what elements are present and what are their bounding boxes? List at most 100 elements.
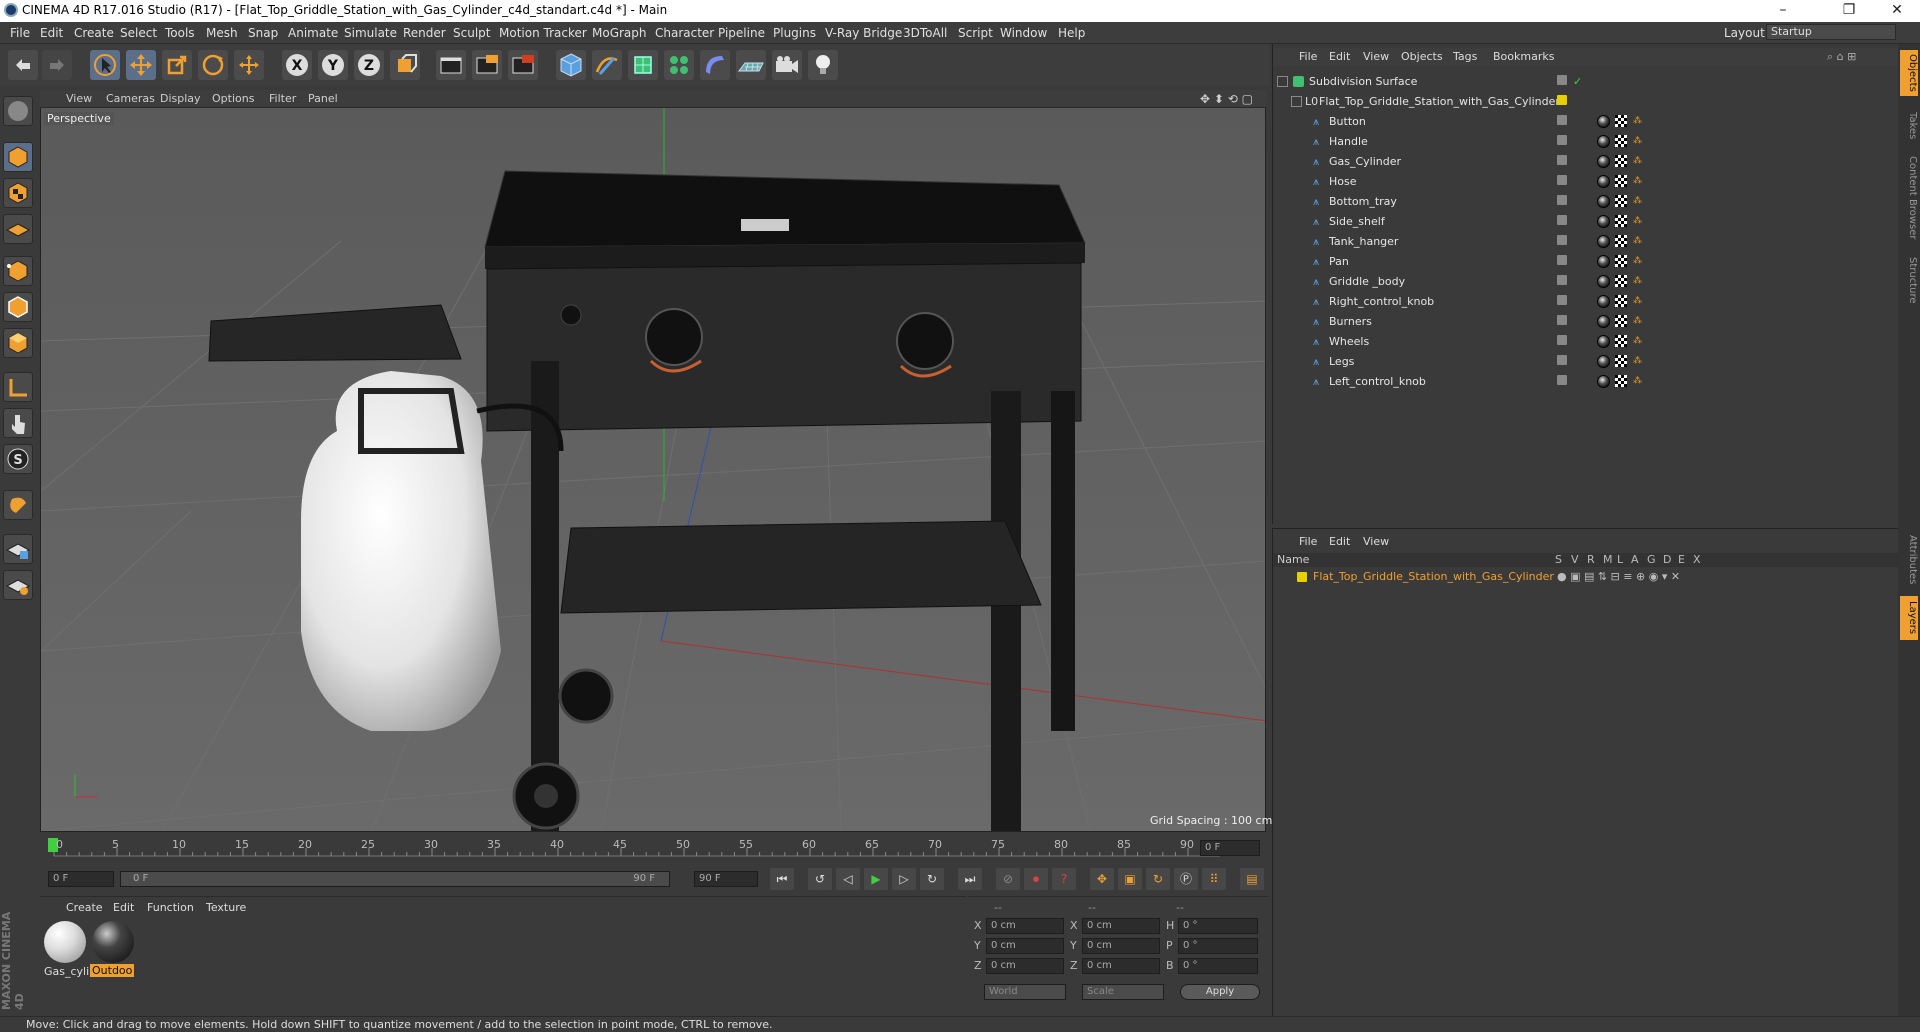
menu-sculpt[interactable]: Sculpt [453,26,490,40]
key-scale-icon[interactable]: ▣ [1118,868,1142,890]
tab-takes[interactable]: Takes [1900,108,1918,144]
phong-tag-icon[interactable]: ⁂ [1633,236,1642,246]
magnet-snap-icon[interactable] [3,490,33,520]
om-menu-bookmarks[interactable]: Bookmarks [1493,50,1554,63]
menu-window[interactable]: Window [1000,26,1047,40]
layout-select[interactable]: Startup [1766,24,1896,40]
redo-icon[interactable] [42,50,72,80]
viewport-menu-cameras[interactable]: Cameras [106,92,155,105]
material-tag-icon[interactable] [1597,155,1610,168]
coordinate-system-icon[interactable] [390,50,420,80]
collapse-icon[interactable] [1277,76,1288,87]
texture-tag-icon[interactable] [1615,295,1627,307]
object-row[interactable]: ⩚ Handle ⁂ [1273,132,1899,152]
render-to-picture-viewer-icon[interactable] [508,50,538,80]
object-row-group[interactable]: L0 Flat_Top_Griddle_Station_with_Gas_Cyl… [1273,92,1899,112]
material-tag-icon[interactable] [1597,255,1610,268]
om-menu-view[interactable]: View [1363,50,1389,63]
object-row[interactable]: ⩚ Wheels ⁂ [1273,332,1899,352]
next-key-icon[interactable]: ↻ [920,868,944,890]
material-tag-icon[interactable] [1597,315,1610,328]
keyframe-selection-icon[interactable]: ? [1052,868,1076,890]
material-tag-icon[interactable] [1597,175,1610,188]
texture-mode-icon[interactable] [3,178,33,208]
tweak-mode-icon[interactable] [3,408,33,438]
position-z-field[interactable]: 0 cm [986,958,1064,974]
layer-swatch[interactable] [1557,135,1567,145]
y-axis-lock-icon[interactable]: Y [318,50,348,80]
menu-animate[interactable]: Animate [288,26,338,40]
rotate-tool-icon[interactable] [198,50,228,80]
texture-tag-icon[interactable] [1615,235,1627,247]
material-swatch-outdoor[interactable] [92,921,134,963]
size-x-field[interactable]: 0 cm [1082,918,1160,934]
tab-structure[interactable]: Structure [1900,252,1918,308]
material-tag-icon[interactable] [1597,215,1610,228]
render-view-icon[interactable] [436,50,466,80]
menu-render[interactable]: Render [403,26,446,40]
record-keys-icon[interactable]: ⊘ [996,868,1020,890]
layer-swatch[interactable] [1557,195,1567,205]
previous-key-icon[interactable]: ↺ [808,868,832,890]
viewport-menu-view[interactable]: View [66,92,92,105]
viewport-menu-panel[interactable]: Panel [308,92,338,105]
layer-swatch[interactable] [1557,115,1567,125]
tab-attributes[interactable]: Attributes [1900,530,1918,590]
timeline-window-icon[interactable]: ▤ [1240,868,1264,890]
layer-swatch[interactable] [1557,375,1567,385]
viewport-menu-display[interactable]: Display [160,92,201,105]
subdivision-surface-icon[interactable] [628,50,658,80]
menu-plugins[interactable]: Plugins [773,26,816,40]
layer-swatch-yellow[interactable] [1557,95,1567,105]
timeline-ruler[interactable]: 0 5 10 15 20 25 30 35 40 45 50 55 60 65 … [40,834,1266,864]
preview-range-slider[interactable]: 0 F 90 F [120,871,670,887]
enabled-check-icon[interactable]: ✓ [1573,75,1582,88]
object-row[interactable]: ⩚ Side_shelf ⁂ [1273,212,1899,232]
live-selection-icon[interactable] [90,50,120,80]
lm-menu-file[interactable]: File [1299,535,1317,548]
tab-objects[interactable]: Objects [1900,50,1918,96]
layer-flag-icons[interactable]: ● ▣ ▤ ⇅ ⊟ ≡ ⊕ ◉ ▾ ✕ [1557,570,1680,583]
collapse-icon[interactable] [1291,96,1302,107]
material-swatch-gas-cylinder[interactable] [44,921,86,963]
menu-mograph[interactable]: MoGraph [592,26,647,40]
layer-swatch[interactable] [1557,75,1567,85]
layer-swatch[interactable] [1557,235,1567,245]
layer-swatch[interactable] [1557,315,1567,325]
planar-workplane-icon[interactable] [3,570,33,600]
size-z-field[interactable]: 0 cm [1082,958,1160,974]
scale-mode-select[interactable]: Scale [1082,984,1164,1000]
render-region-icon[interactable] [472,50,502,80]
position-y-field[interactable]: 0 cm [986,938,1064,954]
deformer-icon[interactable] [700,50,730,80]
tab-content-browser[interactable]: Content Browser [1900,150,1918,246]
phong-tag-icon[interactable]: ⁂ [1633,316,1642,326]
object-row[interactable]: ⩚ Gas_Cylinder ⁂ [1273,152,1899,172]
next-frame-icon[interactable]: ▷ [892,868,916,890]
texture-tag-icon[interactable] [1615,315,1627,327]
texture-tag-icon[interactable] [1615,195,1627,207]
object-row[interactable]: ⩚ Right_control_knob ⁂ [1273,292,1899,312]
lm-menu-view[interactable]: View [1363,535,1389,548]
material-menu-function[interactable]: Function [147,901,194,914]
material-tag-icon[interactable] [1597,355,1610,368]
om-menu-file[interactable]: File [1299,50,1317,63]
material-tag-icon[interactable] [1597,135,1610,148]
material-menu-texture[interactable]: Texture [206,901,246,914]
position-x-field[interactable]: 0 cm [986,918,1064,934]
texture-tag-icon[interactable] [1615,175,1627,187]
menu-character[interactable]: Character [655,26,714,40]
start-frame-field[interactable]: 0 F [48,871,114,887]
model-mode-icon[interactable] [3,142,33,172]
menu-file[interactable]: File [10,26,30,40]
light-icon[interactable] [808,50,838,80]
layer-swatch[interactable] [1557,275,1567,285]
layer-color-swatch[interactable] [1297,572,1307,582]
edges-mode-icon[interactable] [3,292,33,322]
world-space-select[interactable]: World [984,984,1066,1000]
texture-tag-icon[interactable] [1615,335,1627,347]
material-tag-icon[interactable] [1597,295,1610,308]
texture-tag-icon[interactable] [1615,155,1627,167]
phong-tag-icon[interactable]: ⁂ [1633,356,1642,366]
menu-motion-tracker[interactable]: Motion Tracker [499,26,587,40]
